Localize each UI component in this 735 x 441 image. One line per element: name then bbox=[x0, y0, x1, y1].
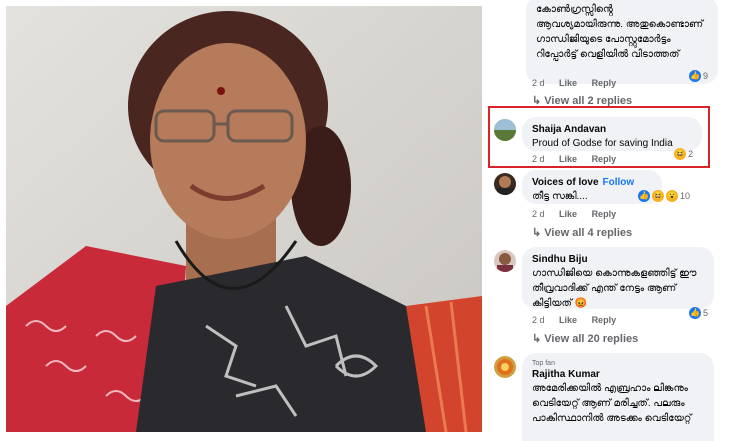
like-button[interactable]: Like bbox=[559, 78, 577, 88]
comment-text-line: ആവശ്യമായിരുന്നു. അതുകൊണ്ടാണ് bbox=[536, 19, 704, 30]
profile-photo bbox=[6, 6, 482, 432]
comment-bubble: Top fan Rajitha Kumar അമേരിക്കയിൽ എബ്രഹാ… bbox=[522, 353, 714, 441]
view-replies-link[interactable]: ↳ View all 20 replies bbox=[532, 332, 638, 345]
comment-time: 2 d bbox=[532, 209, 545, 219]
like-reaction-icon: 👍 bbox=[689, 307, 701, 319]
reaction-count: 5 bbox=[703, 308, 709, 318]
reply-arrow-icon: ↳ bbox=[532, 227, 545, 239]
comment-text-line: വെടിയേറ്റ് ആണ് മരിച്ചത്. പലരും bbox=[532, 398, 685, 409]
comment-text-line: പാകിസ്ഥാനിൽ അടക്കം വെടിയേറ്റ് bbox=[532, 413, 692, 424]
reply-arrow-icon: ↳ bbox=[532, 333, 545, 345]
comment-text-line: അമേരിക്കയിൽ എബ്രഹാം ലിങ്കനും bbox=[532, 383, 688, 394]
like-reaction-icon: 👍 bbox=[689, 70, 701, 82]
reply-button[interactable]: Reply bbox=[592, 78, 617, 88]
commenter-name[interactable]: Sindhu Biju bbox=[532, 253, 704, 266]
like-reaction-icon: 👍 bbox=[638, 190, 650, 202]
avatar[interactable] bbox=[494, 250, 516, 272]
commenter-name[interactable]: Rajitha Kumar bbox=[532, 368, 704, 381]
like-button[interactable]: Like bbox=[559, 315, 577, 325]
comment-time: 2 d bbox=[532, 78, 545, 88]
highlight-box bbox=[488, 106, 710, 168]
avatar-image bbox=[497, 359, 513, 375]
comment-text-line: തീവ്രവാദിക്ക് എന്ത് നേട്ടം ആണ് bbox=[532, 283, 677, 294]
comments-panel: കോൺഗ്രസ്സിൻ്റെ ആവശ്യമായിരുന്നു. അതുകൊണ്ട… bbox=[486, 0, 735, 441]
comment-text-line: ഗാന്ധിജിയെ കൊന്നുകളഞ്ഞിട്ട് ഈ bbox=[532, 268, 697, 279]
woman-portrait-image bbox=[6, 6, 482, 432]
avatar-image bbox=[497, 253, 513, 272]
reaction-summary[interactable]: 👍 😆 😮 10 bbox=[638, 190, 690, 202]
reaction-summary[interactable]: 👍 5 bbox=[689, 307, 708, 319]
comment-actions: 2 d Like Reply bbox=[532, 209, 628, 219]
comment-text-line: കിട്ടിയത് 😡 bbox=[532, 298, 588, 309]
avatar-image bbox=[497, 176, 513, 195]
view-replies-label: View all 20 replies bbox=[544, 333, 639, 345]
wow-reaction-icon: 😮 bbox=[666, 190, 678, 202]
reaction-count: 9 bbox=[703, 71, 709, 81]
haha-reaction-icon: 😆 bbox=[652, 190, 664, 202]
top-fan-badge: Top fan bbox=[532, 360, 555, 367]
reaction-summary[interactable]: 👍 9 bbox=[689, 70, 708, 82]
comment-actions: 2 d Like Reply bbox=[532, 315, 628, 325]
comment-bubble: Sindhu Biju ഗാന്ധിജിയെ കൊന്നുകളഞ്ഞിട്ട് … bbox=[522, 247, 714, 309]
comment-text-line: റിപ്പോർട്ട് വെളിയിൽ വിടാത്തത് bbox=[536, 49, 680, 60]
avatar[interactable] bbox=[494, 173, 516, 195]
comment-text-line: കോൺഗ്രസ്സിൻ്റെ bbox=[536, 4, 613, 15]
comment-actions: 2 d Like Reply bbox=[532, 78, 628, 88]
view-replies-link[interactable]: ↳ View all 4 replies bbox=[532, 226, 632, 239]
view-replies-label: View all 4 replies bbox=[544, 227, 633, 239]
reaction-count: 10 bbox=[680, 191, 691, 201]
comment-time: 2 d bbox=[532, 315, 545, 325]
reply-button[interactable]: Reply bbox=[592, 315, 617, 325]
reply-button[interactable]: Reply bbox=[592, 209, 617, 219]
avatar[interactable] bbox=[494, 356, 516, 378]
like-button[interactable]: Like bbox=[559, 209, 577, 219]
comment-text: തീട്ട സങ്കി.... bbox=[532, 191, 588, 202]
follow-button[interactable]: Follow bbox=[603, 177, 635, 188]
commenter-name-row: Voices of love Follow bbox=[532, 176, 652, 189]
commenter-name[interactable]: Voices of love bbox=[532, 177, 599, 188]
comment-text-line: ഗാന്ധിജിയുടെ പോസ്റ്റുമോർട്ടം bbox=[536, 34, 671, 45]
